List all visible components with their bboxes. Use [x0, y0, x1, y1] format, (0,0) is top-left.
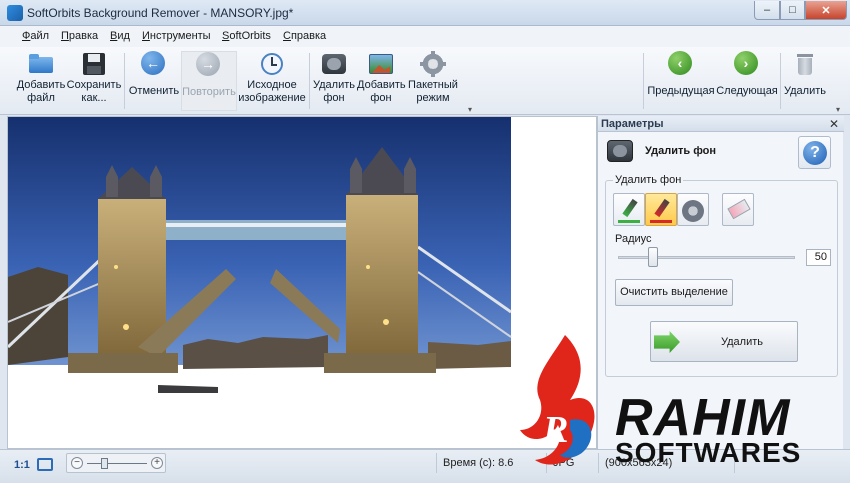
auto-brush-button[interactable]: [677, 193, 709, 226]
red-pencil-icon: [654, 198, 670, 218]
menu-bar: Файл Правка Вид Инструменты SoftOrbits С…: [0, 26, 850, 47]
redo-arrow-icon: →: [196, 52, 220, 76]
eraser-button[interactable]: [722, 193, 754, 226]
trash-icon: [792, 51, 818, 77]
toolbar: Добавить файл Сохранить как... ← Отменит…: [0, 47, 850, 115]
next-button[interactable]: › Следующая: [715, 51, 779, 111]
minimize-button[interactable]: –: [754, 1, 780, 20]
image-canvas[interactable]: [7, 116, 597, 449]
remove-brush-button[interactable]: [645, 193, 677, 226]
menu-tools[interactable]: Инструменты: [142, 30, 211, 42]
previous-arrow-icon: ‹: [668, 51, 692, 75]
gear-icon: [420, 51, 446, 77]
remove-background-button[interactable]: Удалить фон: [311, 51, 357, 111]
title-bar: SoftOrbits Background Remover - MANSORY.…: [0, 0, 850, 26]
save-as-button[interactable]: Сохранить как...: [66, 51, 122, 111]
original-image-button[interactable]: Исходное изображение: [237, 51, 307, 111]
zoom-control: − +: [66, 453, 166, 473]
undo-arrow-icon: ←: [141, 51, 165, 75]
zoom-slider-track[interactable]: [87, 463, 147, 464]
panel-title: Параметры: [601, 118, 664, 130]
next-arrow-icon: ›: [734, 51, 758, 75]
floppy-disk-icon: [81, 51, 107, 77]
green-arrow-icon: [654, 331, 680, 353]
toolbar-separator: [780, 53, 781, 109]
zoom-in-icon[interactable]: +: [151, 457, 163, 469]
group-label: Удалить фон: [613, 174, 684, 186]
clear-selection-button[interactable]: Очистить выделение: [615, 279, 733, 306]
panel-close-icon[interactable]: ✕: [829, 117, 839, 131]
app-icon: [7, 5, 23, 21]
eraser-icon: [727, 198, 751, 220]
close-button[interactable]: ✕: [805, 1, 847, 20]
menu-file[interactable]: Файл: [22, 30, 49, 42]
radius-label: Радиус: [615, 233, 652, 245]
batch-mode-button[interactable]: Пакетный режим: [405, 51, 461, 111]
menu-view[interactable]: Вид: [110, 30, 130, 42]
image-format: JPG: [546, 453, 598, 473]
keep-brush-button[interactable]: [613, 193, 645, 226]
previous-button[interactable]: ‹ Предыдущая: [647, 51, 715, 111]
status-bar: 1:1 − + Время (с): 8.6 JPG (900x563x24): [0, 449, 850, 483]
folder-icon: [28, 51, 54, 77]
remove-background-icon: [607, 140, 633, 162]
remove-background-icon: [321, 51, 347, 77]
zoom-actual-size-button[interactable]: 1:1: [14, 459, 30, 471]
remove-background-group: Удалить фон Радиус 50 Очистить выделение…: [605, 174, 838, 377]
radius-value-field[interactable]: 50: [806, 249, 831, 266]
landscape-image-icon: [368, 51, 394, 77]
gear-brush-icon: [682, 200, 704, 222]
panel-header: Параметры ✕: [598, 116, 844, 132]
radius-slider-thumb[interactable]: [648, 247, 659, 267]
help-button[interactable]: ?: [798, 136, 831, 169]
remove-button[interactable]: Удалить: [650, 321, 798, 362]
fit-to-window-icon[interactable]: [37, 458, 53, 471]
green-pencil-icon: [622, 198, 638, 218]
undo-button[interactable]: ← Отменить: [127, 51, 181, 111]
add-file-button[interactable]: Добавить файл: [14, 51, 68, 111]
window-title: SoftOrbits Background Remover - MANSORY.…: [27, 6, 294, 20]
toolbar-separator: [643, 53, 644, 109]
panel-subtitle: Удалить фон: [645, 145, 717, 157]
menu-edit[interactable]: Правка: [61, 30, 98, 42]
toolbar-separator: [124, 53, 125, 109]
parameters-panel: Параметры ✕ Удалить фон ? Удалить фон Ра…: [597, 116, 844, 449]
toolbar-overflow-icon[interactable]: ▾: [468, 105, 472, 114]
maximize-button[interactable]: □: [780, 1, 805, 20]
tower-bridge-photo: [8, 117, 512, 448]
add-background-button[interactable]: Добавить фон: [357, 51, 406, 111]
status-cell-empty: [734, 453, 774, 473]
menu-help[interactable]: Справка: [283, 30, 326, 42]
zoom-slider-thumb[interactable]: [101, 458, 108, 469]
help-icon: ?: [803, 141, 827, 165]
toolbar-overflow-icon[interactable]: ▾: [836, 105, 840, 114]
clock-icon: [259, 51, 285, 77]
radius-slider-track[interactable]: [618, 256, 795, 259]
processing-time: Время (с): 8.6: [436, 453, 546, 473]
image-dimensions: (900x563x24): [598, 453, 734, 473]
toolbar-separator: [309, 53, 310, 109]
zoom-out-icon[interactable]: −: [71, 457, 83, 469]
menu-softorbits[interactable]: SoftOrbits: [222, 30, 271, 42]
redo-button[interactable]: → Повторить: [181, 51, 237, 111]
delete-button[interactable]: Удалить: [782, 51, 828, 111]
